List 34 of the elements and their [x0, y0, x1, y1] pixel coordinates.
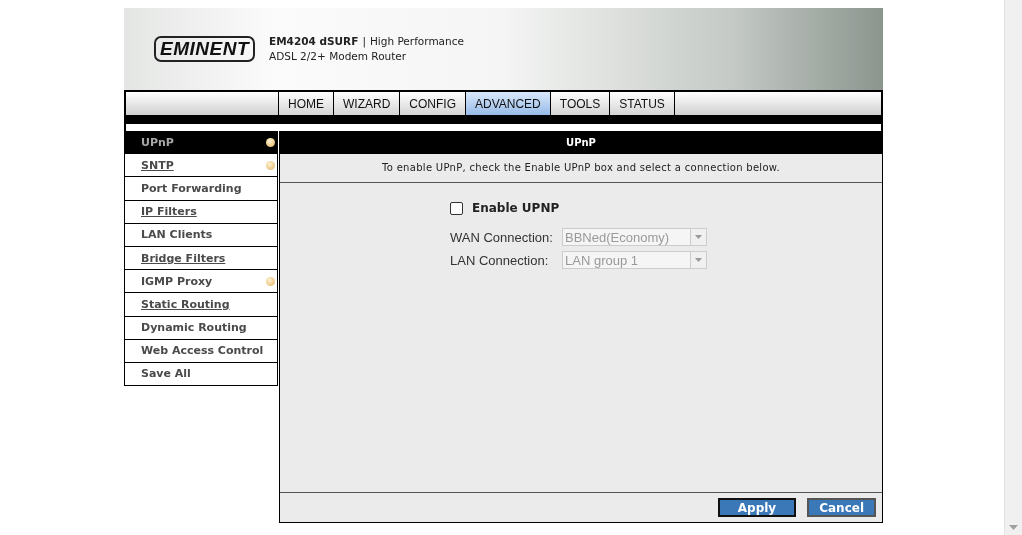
enable-checkbox[interactable]: [450, 201, 463, 215]
action-button[interactable]: Apply: [717, 498, 797, 517]
sidebar-item[interactable]: Web Access Control: [124, 339, 278, 363]
field-label: WAN Connection:: [450, 229, 554, 245]
sidebar-item[interactable]: Static Routing: [124, 293, 278, 317]
dropdown-arrow-icon: [695, 258, 702, 262]
title-separator: |: [362, 35, 366, 47]
sidebar-item[interactable]: LAN Clients: [124, 223, 278, 247]
sidebar-item[interactable]: UPnP: [124, 131, 278, 155]
sidebar-item[interactable]: IGMP Proxy: [124, 270, 278, 294]
scrollbar[interactable]: [1004, 0, 1022, 535]
nav-tab[interactable]: CONFIG: [400, 92, 466, 115]
product-tagline: High Performance: [369, 35, 464, 47]
checkbox-label: Enable UPNP: [472, 201, 560, 215]
nav-tab[interactable]: WIZARD: [334, 92, 401, 115]
nav-tab[interactable]: STATUS: [610, 92, 675, 115]
sidebar-item[interactable]: IP Filters: [124, 200, 278, 224]
sidebar-item[interactable]: SNTP: [124, 154, 278, 178]
dropdown-arrow-icon: [695, 235, 702, 239]
sidebar-item[interactable]: Save All: [124, 362, 278, 387]
sidebar-item[interactable]: Dynamic Routing: [124, 316, 278, 340]
panel-description: To enable UPnP, check the Enable UPnP box and select a connection below.: [280, 154, 882, 183]
nav-tab[interactable]: TOOLS: [550, 92, 611, 115]
panel-title: UPnP: [280, 132, 882, 154]
brand-logo: EMINENT: [154, 36, 255, 62]
product-subtitle: ADSL 2/2+ Modem Router: [269, 49, 408, 64]
action-button[interactable]: Cancel: [807, 498, 876, 517]
scroll-down-icon[interactable]: [1009, 525, 1018, 530]
product-name: EM4204 dSURF: [269, 35, 359, 47]
sidebar-item[interactable]: Bridge Filters: [124, 246, 278, 271]
sidebar-item[interactable]: Port Forwarding: [124, 177, 278, 201]
field-label: LAN Connection:: [450, 252, 550, 268]
nav-tab[interactable]: HOME: [279, 92, 334, 115]
nav-tab[interactable]: ADVANCED: [466, 92, 551, 115]
